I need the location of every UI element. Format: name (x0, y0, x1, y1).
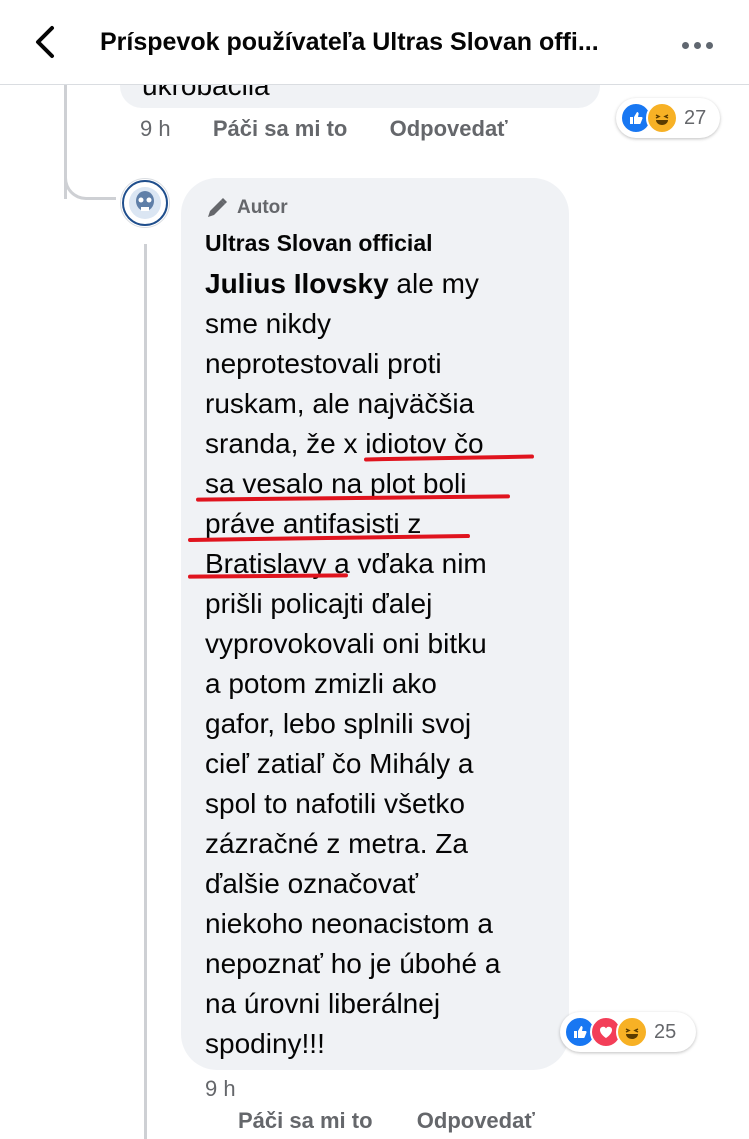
comment-line: cieľ zatiaľ čo Mihály a (205, 748, 474, 779)
comment-time: 9 h (140, 116, 171, 141)
comment-line: ruskam, ale najväčšia (205, 388, 475, 419)
comment-line: nepoznať ho je úbohé a (205, 948, 501, 979)
reaction-count: 25 (654, 1020, 677, 1043)
previous-comment-text: ukrobáčila (142, 84, 270, 101)
comment-line: neprotestovali proti (205, 348, 442, 379)
comment-line: spol to nafotili všetko (205, 788, 465, 819)
reaction-count: 27 (684, 106, 707, 129)
comment-line: zázračné z metra. Za (205, 828, 468, 859)
mention-link[interactable]: Julius Ilovsky (205, 268, 389, 299)
previous-comment-bubble: ukrobáčila (120, 84, 600, 108)
haha-icon (646, 102, 678, 134)
comment-line: na úrovni liberálnej (205, 988, 441, 1019)
more-horizontal-icon[interactable] (682, 36, 722, 49)
author-badge-label: Autor (237, 197, 288, 218)
comment-actions: Páči sa mi to Odpovedať (238, 1108, 535, 1134)
like-button[interactable]: Páči sa mi to (238, 1108, 373, 1133)
comment-line: spodiny!!! (205, 1028, 325, 1059)
previous-comment-actions: 9 h Páči sa mi to Odpovedať (140, 116, 508, 142)
reactions-summary[interactable]: 25 (560, 1012, 696, 1052)
comment-line: sme nikdy (205, 308, 332, 339)
author-badge: Autor (205, 196, 288, 220)
top-bar: Príspevok používateľa Ultras Slovan offi… (0, 0, 749, 85)
thread-connector (64, 150, 116, 200)
page-title: Príspevok používateľa Ultras Slovan offi… (100, 28, 599, 56)
chevron-left-icon[interactable] (30, 22, 62, 62)
comment-line: gafor, lebo splnili svoj (205, 708, 472, 739)
comment-bubble: Autor Ultras Slovan official Julius Ilov… (181, 178, 569, 1070)
comment-line: niekoho neonacistom a (205, 908, 493, 939)
reply-button[interactable]: Odpovedať (417, 1108, 535, 1133)
commenter-name[interactable]: Ultras Slovan official (205, 230, 433, 257)
avatar[interactable] (120, 178, 170, 228)
like-button[interactable]: Páči sa mi to (213, 116, 348, 141)
comment-line: vyprovokovali oni bitku (205, 628, 487, 659)
comment-line: prišli policajti ďalej (205, 588, 433, 619)
comment-line: ďalšie označovať (205, 868, 418, 899)
reply-thread-line (144, 244, 147, 1139)
reply-button[interactable]: Odpovedať (390, 116, 508, 141)
haha-icon (616, 1016, 648, 1048)
comment-line: a potom zmizli ako (205, 668, 437, 699)
pencil-icon (208, 198, 227, 217)
comment-time: 9 h (205, 1076, 236, 1101)
comment-body: Julius Ilovsky ale my sme nikdy neprotes… (205, 264, 555, 1064)
reactions-summary[interactable]: 27 (616, 98, 720, 138)
